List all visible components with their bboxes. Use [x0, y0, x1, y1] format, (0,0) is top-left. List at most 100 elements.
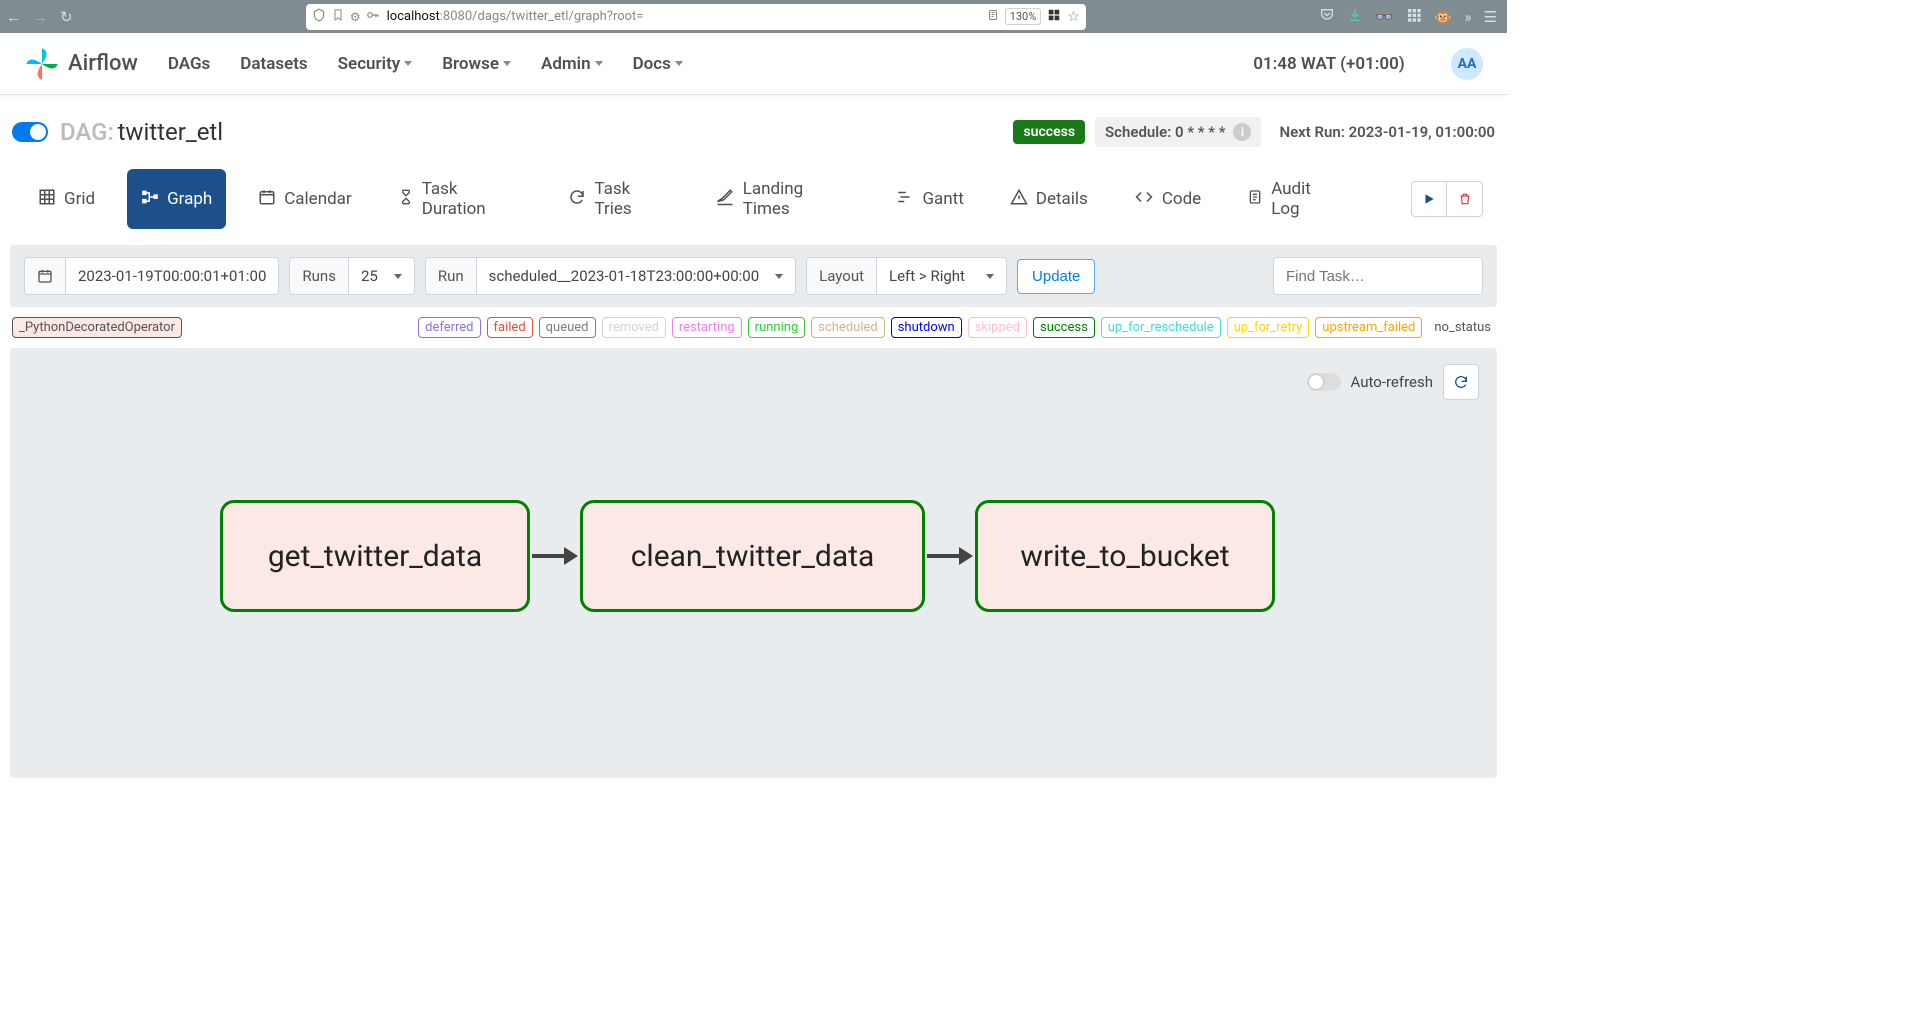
browser-urlbar[interactable]: ⚙ localhost:8080/dags/twitter_etl/graph?…	[306, 4, 1086, 30]
dag-enable-toggle[interactable]	[12, 122, 48, 142]
run-group: Run scheduled__2023-01-18T23:00:00+00:00	[425, 257, 796, 295]
tab-label: Details	[1036, 189, 1088, 209]
app-navbar: Airflow DAGs Datasets Security Browse Admin D…	[0, 33, 1507, 95]
star-bookmark-icon[interactable]: ☆	[1067, 9, 1080, 25]
state-chip-shutdown[interactable]: shutdown	[891, 317, 962, 338]
state-chip-up_for_reschedule[interactable]: up_for_reschedule	[1101, 317, 1221, 338]
key-icon	[365, 8, 381, 26]
tab-label: Task Tries	[594, 179, 668, 219]
extension-face-icon[interactable]: 🐵	[1434, 8, 1453, 26]
tab-label: Grid	[64, 189, 95, 209]
task-node-0[interactable]: get_twitter_data	[220, 500, 530, 612]
nav-item-browse[interactable]: Browse	[442, 54, 511, 74]
bookmark-indicator-icon	[332, 8, 344, 26]
hamburger-menu-icon[interactable]: ☰	[1484, 8, 1497, 26]
details-icon	[1010, 188, 1028, 211]
tab-label: Gantt	[922, 189, 963, 209]
pocket-icon[interactable]	[1319, 7, 1335, 27]
operator-legend-chip[interactable]: _PythonDecoratedOperator	[12, 317, 182, 338]
state-chip-restarting[interactable]: restarting	[672, 317, 742, 338]
nav-item-dags[interactable]: DAGs	[168, 54, 210, 74]
auto-refresh-toggle[interactable]	[1307, 373, 1341, 391]
brand-text: Airflow	[68, 51, 138, 76]
layout-select[interactable]: Left > Right	[877, 257, 1007, 295]
tab-task-tries[interactable]: Task Tries	[554, 169, 682, 229]
code-icon	[1134, 188, 1154, 211]
tab-label: Graph	[167, 189, 212, 209]
run-select[interactable]: scheduled__2023-01-18T23:00:00+00:00	[477, 257, 797, 295]
dag-title-prefix: DAG:	[60, 118, 114, 146]
tab-landing-times[interactable]: Landing Times	[701, 169, 865, 229]
reader-icon[interactable]	[987, 8, 999, 26]
state-chip-skipped[interactable]: skipped	[968, 317, 1027, 338]
browser-right-icons: 👓 🐵 » ☰	[1319, 7, 1497, 27]
task-node-2[interactable]: write_to_bucket	[975, 500, 1275, 612]
canvas-toolbar: Auto-refresh	[10, 364, 1497, 400]
reload-icon[interactable]: ↻	[60, 8, 73, 26]
runs-label: Runs	[289, 257, 349, 295]
refresh-icon	[1453, 374, 1469, 390]
back-icon[interactable]: ←	[6, 8, 21, 26]
download-icon[interactable]	[1347, 7, 1363, 27]
tab-audit-log[interactable]: Audit Log	[1233, 169, 1355, 229]
zoom-level-badge[interactable]: 130%	[1005, 8, 1042, 25]
info-icon[interactable]: i	[1233, 123, 1251, 141]
extension-glasses-icon[interactable]: 👓	[1375, 8, 1394, 26]
dag-title-name: twitter_etl	[118, 118, 224, 146]
grid-extension-icon[interactable]	[1047, 8, 1061, 26]
tab-grid[interactable]: Grid	[24, 169, 109, 229]
play-icon	[1422, 192, 1436, 206]
tab-gantt[interactable]: Gantt	[882, 169, 977, 229]
nav-item-security[interactable]: Security	[338, 54, 413, 74]
graph-icon	[141, 188, 159, 211]
overflow-icon[interactable]: »	[1465, 8, 1472, 26]
clock-display: 01:48 WAT (+01:00)	[1253, 54, 1411, 74]
state-chip-success[interactable]: success	[1033, 317, 1095, 338]
tab-details[interactable]: Details	[996, 169, 1102, 229]
forward-icon[interactable]: →	[33, 8, 48, 26]
user-avatar[interactable]: AA	[1451, 48, 1483, 80]
audit-log-icon	[1247, 188, 1263, 211]
tab-label: Code	[1162, 189, 1201, 209]
state-chip-deferred[interactable]: deferred	[418, 317, 480, 338]
calendar-icon[interactable]	[24, 257, 66, 295]
tab-task-duration[interactable]: Task Duration	[384, 169, 537, 229]
runs-select[interactable]: 25	[349, 257, 415, 295]
tab-graph[interactable]: Graph	[127, 169, 226, 229]
grid-icon	[38, 188, 56, 211]
tab-calendar[interactable]: Calendar	[244, 169, 365, 229]
state-chip-upstream_failed[interactable]: upstream_failed	[1315, 317, 1422, 338]
task-tries-icon	[568, 188, 586, 211]
landing-times-icon	[715, 188, 735, 211]
edge-1-2	[927, 547, 973, 565]
graph-area[interactable]: get_twitter_data clean_twitter_data writ…	[10, 400, 1497, 680]
update-button[interactable]: Update	[1017, 259, 1095, 294]
layout-label: Layout	[806, 257, 877, 295]
tab-label: Calendar	[284, 189, 351, 209]
state-chip-removed[interactable]: removed	[602, 317, 666, 338]
calendar-icon	[258, 188, 276, 211]
nav-item-admin[interactable]: Admin	[541, 54, 603, 74]
dag-view-tabs: Grid Graph Calendar Task Duration Task Tries…	[0, 159, 1507, 245]
task-node-1[interactable]: clean_twitter_data	[580, 500, 925, 612]
state-chip-queued[interactable]: queued	[539, 317, 596, 338]
chevron-down-icon	[404, 61, 412, 66]
apps-grid-icon[interactable]	[1406, 7, 1422, 27]
tab-code[interactable]: Code	[1120, 169, 1215, 229]
dag-status-badge: success	[1013, 120, 1085, 144]
nav-item-docs[interactable]: Docs	[633, 54, 683, 74]
state-chip-running[interactable]: running	[748, 317, 806, 338]
layout-group: Layout Left > Right	[806, 257, 1007, 295]
chevron-down-icon	[675, 61, 683, 66]
trigger-dag-button[interactable]	[1411, 181, 1447, 217]
nav-item-datasets[interactable]: Datasets	[240, 54, 307, 74]
refresh-button[interactable]	[1443, 364, 1479, 400]
graph-filter-toolbar: 2023-01-19T00:00:01+01:00 Runs 25 Run sc…	[10, 245, 1497, 307]
state-chip-scheduled[interactable]: scheduled	[811, 317, 884, 338]
state-chip-up_for_retry[interactable]: up_for_retry	[1227, 317, 1310, 338]
base-date-input[interactable]: 2023-01-19T00:00:01+01:00	[66, 257, 279, 295]
state-chip-failed[interactable]: failed	[487, 317, 533, 338]
find-task-input[interactable]	[1273, 257, 1483, 295]
delete-dag-button[interactable]	[1447, 181, 1483, 217]
airflow-logo[interactable]: Airflow	[24, 46, 138, 82]
